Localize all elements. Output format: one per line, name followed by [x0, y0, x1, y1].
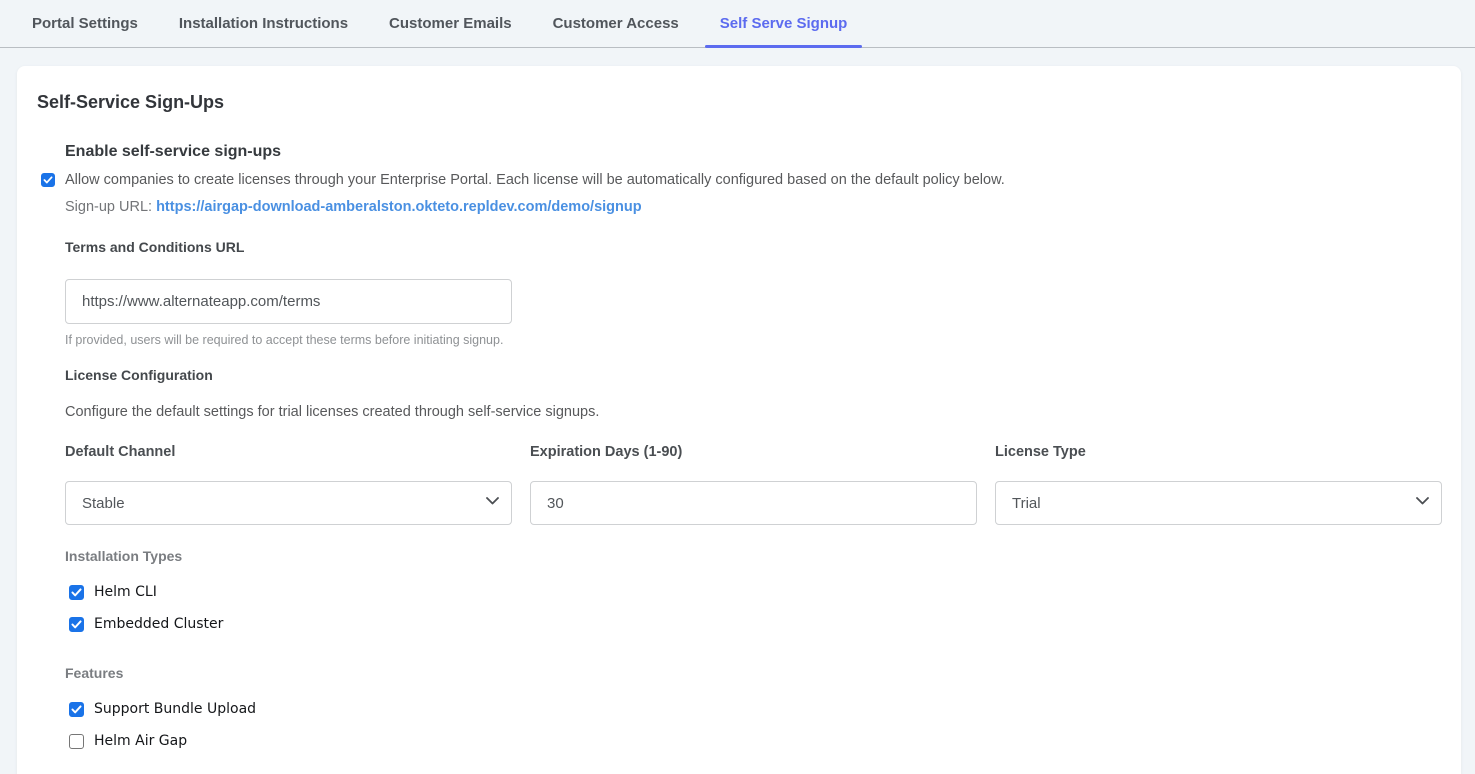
license-configuration-heading: License Configuration	[65, 367, 1441, 383]
enable-signups-checkbox[interactable]	[41, 173, 55, 187]
checkbox-row-helm-air-gap[interactable]: Helm Air Gap	[65, 725, 1441, 757]
signup-url-link[interactable]: https://airgap-download-amberalston.okte…	[156, 199, 642, 215]
checkbox-row-support-bundle-upload[interactable]: Support Bundle Upload	[65, 693, 1441, 725]
settings-tabbar: Portal Settings Installation Instruction…	[0, 0, 1475, 48]
tab-customer-emails[interactable]: Customer Emails	[374, 0, 527, 47]
check-icon	[71, 588, 82, 597]
enable-signups-row: Allow companies to create licenses throu…	[41, 170, 1441, 190]
page-title: Self-Service Sign-Ups	[37, 92, 1441, 113]
check-icon	[71, 620, 82, 629]
tab-self-serve-signup[interactable]: Self Serve Signup	[705, 0, 863, 47]
license-type-label: License Type	[995, 444, 1442, 460]
terms-url-input[interactable]	[65, 279, 512, 324]
helm-air-gap-checkbox[interactable]	[69, 734, 84, 749]
expiration-days-field: Expiration Days (1-90)	[530, 444, 977, 525]
support-bundle-upload-label: Support Bundle Upload	[94, 701, 256, 717]
features-heading: Features	[65, 665, 1441, 681]
terms-url-label: Terms and Conditions URL	[65, 239, 1441, 255]
license-fields-row: Default Channel Stable Expiration Days (…	[65, 444, 1441, 525]
default-channel-select[interactable]: Stable	[65, 481, 512, 525]
license-type-select[interactable]: Trial	[995, 481, 1442, 525]
terms-helper-text: If provided, users will be required to a…	[65, 333, 1441, 347]
license-configuration-description: Configure the default settings for trial…	[65, 404, 1441, 420]
support-bundle-upload-checkbox[interactable]	[69, 702, 84, 717]
expiration-days-label: Expiration Days (1-90)	[530, 444, 977, 460]
signup-url-label: Sign-up URL:	[65, 199, 156, 215]
license-type-field: License Type Trial	[995, 444, 1442, 525]
checkbox-row-helm-cli[interactable]: Helm CLI	[65, 576, 1441, 608]
enable-signups-heading: Enable self-service sign-ups	[65, 143, 1441, 161]
installation-types-heading: Installation Types	[65, 548, 1441, 564]
helm-air-gap-label: Helm Air Gap	[94, 733, 187, 749]
helm-cli-checkbox[interactable]	[69, 585, 84, 600]
default-channel-label: Default Channel	[65, 444, 512, 460]
embedded-cluster-label: Embedded Cluster	[94, 616, 223, 632]
self-serve-signup-panel: Self-Service Sign-Ups Enable self-servic…	[17, 66, 1461, 774]
features-list: Support Bundle Upload Helm Air Gap	[65, 693, 1441, 757]
expiration-days-input[interactable]	[530, 481, 977, 525]
default-channel-field: Default Channel Stable	[65, 444, 512, 525]
signup-url-row: Sign-up URL: https://airgap-download-amb…	[65, 199, 1441, 215]
helm-cli-label: Helm CLI	[94, 584, 157, 600]
check-icon	[43, 176, 53, 184]
embedded-cluster-checkbox[interactable]	[69, 617, 84, 632]
installation-types-list: Helm CLI Embedded Cluster	[65, 576, 1441, 640]
tab-customer-access[interactable]: Customer Access	[538, 0, 694, 47]
checkbox-row-embedded-cluster[interactable]: Embedded Cluster	[65, 608, 1441, 640]
check-icon	[71, 705, 82, 714]
tab-portal-settings[interactable]: Portal Settings	[17, 0, 153, 47]
tab-installation-instructions[interactable]: Installation Instructions	[164, 0, 363, 47]
enable-signups-description: Allow companies to create licenses throu…	[65, 170, 1005, 190]
